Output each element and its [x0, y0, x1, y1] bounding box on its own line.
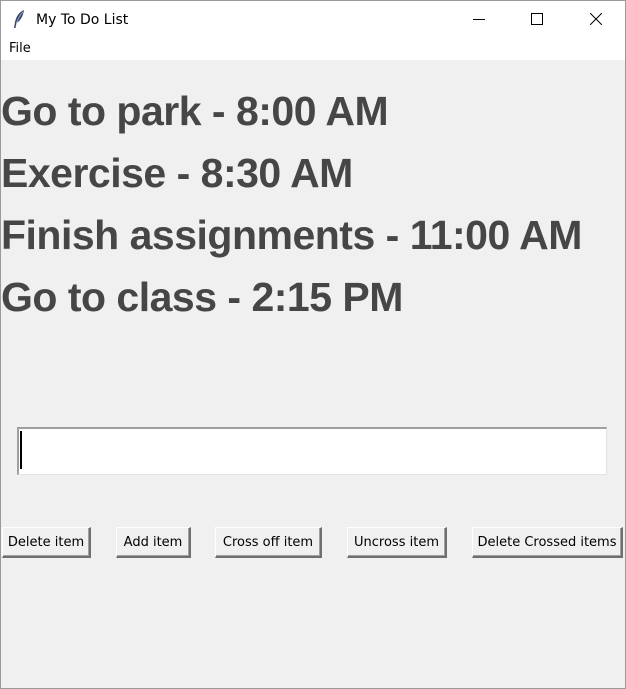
list-item[interactable]: Finish assignments - 11:00 AM [1, 204, 625, 266]
menu-bar: File [1, 38, 625, 60]
delete-item-button[interactable]: Delete item [2, 527, 91, 558]
uncross-item-button[interactable]: Uncross item [347, 527, 447, 558]
delete-crossed-items-button[interactable]: Delete Crossed items [472, 527, 623, 558]
window-title: My To Do List [36, 12, 129, 28]
maximize-button[interactable] [514, 1, 560, 37]
minimize-button[interactable] [456, 1, 502, 37]
close-icon [590, 13, 602, 25]
menu-file[interactable]: File [9, 41, 31, 57]
title-bar[interactable]: My To Do List [1, 1, 625, 38]
maximize-icon [531, 13, 543, 25]
minimize-icon [473, 19, 485, 20]
list-item[interactable]: Go to class - 2:15 PM [1, 266, 625, 328]
list-item[interactable]: Exercise - 8:30 AM [1, 142, 625, 204]
close-button[interactable] [573, 1, 619, 37]
app-window: My To Do List File Go to park - 8:00 AM … [0, 0, 626, 689]
todo-listbox[interactable]: Go to park - 8:00 AM Exercise - 8:30 AM … [1, 80, 625, 328]
text-cursor [20, 431, 22, 469]
list-item[interactable]: Go to park - 8:00 AM [1, 80, 625, 142]
main-content: Go to park - 8:00 AM Exercise - 8:30 AM … [1, 60, 625, 688]
feather-icon [11, 9, 27, 29]
add-item-button[interactable]: Add item [116, 527, 191, 558]
todo-entry-field[interactable] [17, 427, 607, 475]
cross-off-item-button[interactable]: Cross off item [215, 527, 322, 558]
